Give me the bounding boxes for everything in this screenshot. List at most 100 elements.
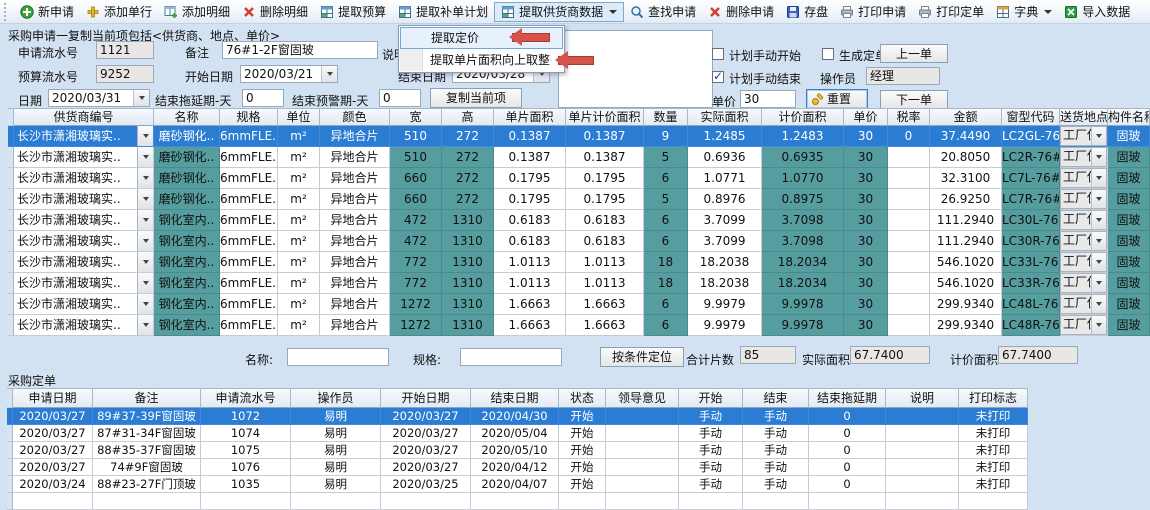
- cell-delivery[interactable]: 工厂使用: [1060, 294, 1108, 315]
- table-row[interactable]: 长沙市潇湘玻璃实..钢化室内..6mmFLE..m²异地合片77213101.0…: [8, 252, 1150, 273]
- cell-supplier[interactable]: 长沙市潇湘玻璃实..: [14, 126, 154, 147]
- cell-height[interactable]: 272: [442, 168, 494, 189]
- table-row[interactable]: 长沙市潇湘玻璃实..磨砂钢化..6mmFLE..m²异地合片6602720.17…: [8, 168, 1150, 189]
- column-header-color[interactable]: 颜色: [320, 108, 390, 126]
- cell-note[interactable]: [886, 408, 959, 425]
- cell-color[interactable]: 异地合片: [320, 168, 390, 189]
- table-row[interactable]: 长沙市潇湘玻璃实..钢化室内..6mmFLE..m²异地合片127213101.…: [8, 294, 1150, 315]
- cell-piece_area[interactable]: 1.0113: [494, 252, 566, 273]
- cell-tax[interactable]: [888, 210, 930, 231]
- cell-delay[interactable]: 0: [809, 476, 886, 493]
- table-row[interactable]: 2020/03/2787#31-34F窗固玻1074易明2020/03/2720…: [7, 425, 1028, 442]
- column-header-code[interactable]: 窗型代码: [1002, 108, 1060, 126]
- toolbar-button[interactable]: 打印定单: [912, 2, 990, 22]
- column-header-tax[interactable]: 税率: [888, 108, 930, 126]
- cell-name[interactable]: 钢化室内..: [154, 315, 220, 336]
- cell-status[interactable]: 开始: [559, 442, 606, 459]
- delivery-combo[interactable]: 工厂使用: [1060, 273, 1107, 293]
- chevron-down-icon[interactable]: [1091, 190, 1106, 208]
- chevron-down-icon[interactable]: [1091, 127, 1106, 145]
- table-row[interactable]: 2020/03/2774#9F窗固玻1076易明2020/03/272020/0…: [7, 459, 1028, 476]
- column-header-height[interactable]: 高: [442, 108, 494, 126]
- cell-price[interactable]: 30: [844, 315, 888, 336]
- cell-qty[interactable]: 5: [644, 189, 688, 210]
- delivery-combo[interactable]: 工厂使用: [1060, 147, 1107, 167]
- generate-order-checkbox[interactable]: [822, 48, 834, 60]
- cell-leader[interactable]: [606, 425, 679, 442]
- cell-comp[interactable]: 固玻: [1108, 210, 1150, 231]
- cell-spec[interactable]: 6mmFLE..: [220, 168, 278, 189]
- cell-comp[interactable]: 固玻: [1108, 315, 1150, 336]
- cell-delivery[interactable]: 工厂使用: [1060, 231, 1108, 252]
- warn-field[interactable]: 0: [379, 89, 421, 107]
- cell-delivery[interactable]: 工厂使用: [1060, 210, 1108, 231]
- cell-unit[interactable]: m²: [278, 294, 320, 315]
- cell-code[interactable]: LC2GL-76#...: [1002, 126, 1060, 147]
- cell-finish[interactable]: 手动: [743, 476, 809, 493]
- cell-name[interactable]: 磨砂钢化..: [154, 189, 220, 210]
- cell-price[interactable]: 30: [844, 189, 888, 210]
- cell-width[interactable]: 772: [390, 273, 442, 294]
- delivery-combo[interactable]: 工厂使用: [1060, 210, 1107, 230]
- operator-field[interactable]: 经理: [866, 67, 940, 85]
- date-combo[interactable]: 2020/03/31: [48, 89, 150, 107]
- dropdown-button[interactable]: [137, 147, 153, 167]
- cell-piece_area[interactable]: 0.1387: [494, 147, 566, 168]
- cell-height[interactable]: 272: [442, 126, 494, 147]
- cell-width[interactable]: 772: [390, 252, 442, 273]
- table-row[interactable]: 长沙市潇湘玻璃实..钢化室内..6mmFLE..m²异地合片47213100.6…: [8, 231, 1150, 252]
- filter-name-input[interactable]: [287, 348, 389, 366]
- cell-height[interactable]: 1310: [442, 210, 494, 231]
- chevron-down-icon[interactable]: [1091, 211, 1106, 229]
- cell-operator[interactable]: 易明: [291, 442, 381, 459]
- toolbar-button[interactable]: 提取供货商数据: [494, 2, 624, 22]
- delivery-combo[interactable]: 工厂使用: [1060, 168, 1107, 188]
- cell-code[interactable]: LC33R-76#...: [1002, 273, 1060, 294]
- cell-piece_priced[interactable]: 0.6183: [566, 210, 644, 231]
- cell-delay[interactable]: 0: [809, 442, 886, 459]
- toolbar-button[interactable]: 添加明细: [158, 2, 236, 22]
- cell-operator[interactable]: 易明: [291, 476, 381, 493]
- cell-status[interactable]: 开始: [559, 476, 606, 493]
- toolbar-button[interactable]: 删除申请: [702, 2, 780, 22]
- chevron-down-icon[interactable]: [609, 10, 617, 14]
- cell-begin[interactable]: 手动: [679, 408, 743, 425]
- cell-width[interactable]: 1272: [390, 315, 442, 336]
- cell-qty[interactable]: 5: [644, 147, 688, 168]
- toolbar-button[interactable]: 查找申请: [624, 2, 702, 22]
- cell-actual[interactable]: 1.0771: [688, 168, 762, 189]
- cell-leader[interactable]: [606, 476, 679, 493]
- cell-piece_area[interactable]: 0.1795: [494, 189, 566, 210]
- cell-leader[interactable]: [606, 459, 679, 476]
- cell-remark[interactable]: 89#37-39F窗固玻: [93, 408, 201, 425]
- cell-qty[interactable]: 6: [644, 231, 688, 252]
- cell-end[interactable]: 2020/04/30: [471, 408, 559, 425]
- cell-actual[interactable]: 3.7099: [688, 231, 762, 252]
- cell-height[interactable]: 1310: [442, 273, 494, 294]
- cell-tax[interactable]: [888, 231, 930, 252]
- cell-width[interactable]: 472: [390, 210, 442, 231]
- cell-tax[interactable]: [888, 315, 930, 336]
- cell-unit[interactable]: m²: [278, 273, 320, 294]
- column-header-name[interactable]: 名称: [154, 108, 220, 126]
- cell-status[interactable]: 开始: [559, 459, 606, 476]
- cell-color[interactable]: 异地合片: [320, 231, 390, 252]
- cell-date[interactable]: 2020/03/24: [13, 476, 93, 493]
- column-header-qty[interactable]: 数量: [644, 108, 688, 126]
- cell-delivery[interactable]: 工厂使用: [1060, 147, 1108, 168]
- cell-piece_priced[interactable]: 0.1387: [566, 147, 644, 168]
- cell-amount[interactable]: 20.8050: [930, 147, 1002, 168]
- cell-end[interactable]: 2020/05/10: [471, 442, 559, 459]
- column-header-end[interactable]: 结束日期: [471, 388, 559, 408]
- cell-spec[interactable]: 6mmFLE..: [220, 210, 278, 231]
- cell-comp[interactable]: 固玻: [1108, 294, 1150, 315]
- cell-piece_priced[interactable]: 1.0113: [566, 252, 644, 273]
- column-header-spec[interactable]: 规格: [220, 108, 278, 126]
- cell-finish[interactable]: 手动: [743, 442, 809, 459]
- cell-unit[interactable]: m²: [278, 147, 320, 168]
- cell-begin[interactable]: 手动: [679, 476, 743, 493]
- cell-remark[interactable]: 88#23-27F门顶玻: [93, 476, 201, 493]
- cell-comp[interactable]: 固玻: [1108, 168, 1150, 189]
- column-header-status[interactable]: 状态: [559, 388, 606, 408]
- chevron-down-icon[interactable]: [1091, 295, 1106, 313]
